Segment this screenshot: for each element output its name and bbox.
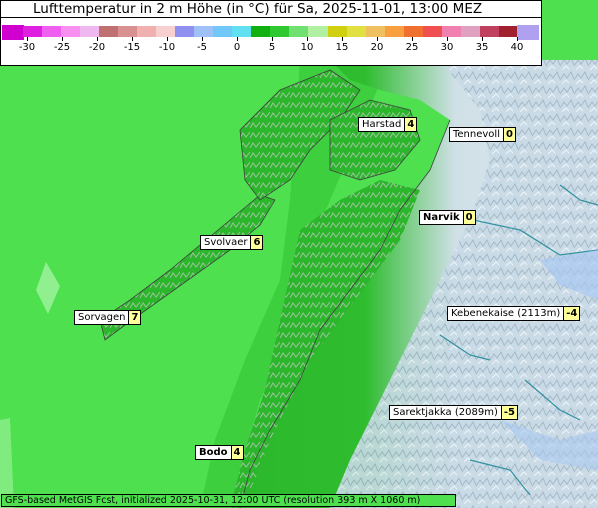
legend-tick-label: -20 (88, 42, 106, 53)
legend-color-bar (23, 26, 518, 37)
location-value: -4 (564, 306, 581, 321)
legend-color-segment (403, 26, 423, 37)
legend-color-segment (460, 26, 480, 37)
legend-color-segment (346, 26, 366, 37)
legend-tick (27, 37, 28, 41)
legend-tick (517, 37, 518, 41)
location-value: 0 (463, 210, 476, 225)
temperature-map (0, 0, 598, 508)
legend-tick-label: 10 (300, 42, 314, 53)
location-name: Bodo (195, 445, 232, 460)
legend-tick (167, 37, 168, 41)
location-value: 0 (503, 127, 516, 142)
location-name: Svolvaer (200, 235, 252, 250)
legend-color-segment (308, 26, 328, 37)
legend-tick (132, 37, 133, 41)
legend-tick-label: -25 (53, 42, 71, 53)
legend-tick-label: -10 (158, 42, 176, 53)
legend-color-segment (42, 26, 62, 37)
location-name: Sarektjakka (2089m) (389, 405, 502, 420)
legend-tick-label: 20 (370, 42, 384, 53)
legend-color-segment (156, 26, 176, 37)
legend-color-segment (498, 26, 518, 37)
legend-tick (307, 37, 308, 41)
legend-tick (377, 37, 378, 41)
legend-tick-label: 5 (268, 42, 276, 53)
legend-cap-right (517, 25, 539, 40)
location-name: Tennevoll (449, 127, 504, 142)
legend-color-segment (365, 26, 385, 37)
legend-tick-label: 40 (510, 42, 524, 53)
legend-tick (202, 37, 203, 41)
legend-color-segment (289, 26, 309, 37)
location-label-sorvagen: Sorvagen 7 (74, 310, 142, 325)
location-name: Sorvagen (74, 310, 130, 325)
legend-color-segment (327, 26, 347, 37)
legend-tick (342, 37, 343, 41)
legend-tick (412, 37, 413, 41)
legend-tick (237, 37, 238, 41)
legend-color-segment (384, 26, 404, 37)
location-value: 6 (251, 235, 264, 250)
legend-color-segment (422, 26, 442, 37)
legend-color-segment (175, 26, 195, 37)
legend-tick-label: -15 (123, 42, 141, 53)
map-title: Lufttemperatur in 2 m Höhe (in °C) für S… (33, 1, 483, 17)
legend-tick (272, 37, 273, 41)
title-box: Lufttemperatur in 2 m Höhe (in °C) für S… (0, 0, 542, 18)
legend-cap-left (2, 25, 24, 40)
legend-tick (482, 37, 483, 41)
legend-tick-label: 25 (405, 42, 419, 53)
location-name: Harstad (358, 117, 406, 132)
legend-color-segment (23, 26, 43, 37)
legend-color-segment (479, 26, 499, 37)
legend-tick-label: 35 (475, 42, 489, 53)
legend-tick-label: 15 (335, 42, 349, 53)
legend-tick-label: -5 (197, 42, 207, 53)
location-label-narvik: Narvik 0 (419, 210, 476, 225)
legend-tick (447, 37, 448, 41)
location-label-harstad: Harstad 4 (358, 117, 418, 132)
legend-color-segment (118, 26, 138, 37)
legend-color-segment (441, 26, 461, 37)
legend-tick (97, 37, 98, 41)
legend-color-segment (270, 26, 290, 37)
location-label-svolvaer: Svolvaer 6 (200, 235, 264, 250)
legend-color-segment (194, 26, 214, 37)
legend-color-segment (251, 26, 271, 37)
location-label-tennevoll: Tennevoll 0 (449, 127, 516, 142)
location-name: Narvik (419, 210, 464, 225)
location-label-sarektjakka: Sarektjakka (2089m) -5 (389, 405, 518, 420)
location-label-kebenekaise: Kebenekaise (2113m) -4 (447, 306, 581, 321)
location-value: 4 (231, 445, 244, 460)
location-name: Kebenekaise (2113m) (447, 306, 565, 321)
legend-color-segment (80, 26, 100, 37)
temperature-legend: -30 -25 -20 -15 -10 -5 0 5 10 15 20 25 30 35 40 (0, 18, 542, 66)
legend-color-segment (61, 26, 81, 37)
legend-color-segment (232, 26, 252, 37)
location-value: 7 (129, 310, 142, 325)
legend-tick-label: -30 (18, 42, 36, 53)
location-value: 4 (405, 117, 418, 132)
forecast-footer: GFS-based MetGIS Fcst, initialized 2025-… (1, 494, 456, 507)
location-value: -5 (501, 405, 518, 420)
legend-tick-label: 0 (233, 42, 241, 53)
legend-tick (62, 37, 63, 41)
legend-color-segment (137, 26, 157, 37)
legend-color-segment (99, 26, 119, 37)
legend-color-segment (213, 26, 233, 37)
location-label-bodo: Bodo 4 (195, 445, 244, 460)
legend-tick-label: 30 (440, 42, 454, 53)
